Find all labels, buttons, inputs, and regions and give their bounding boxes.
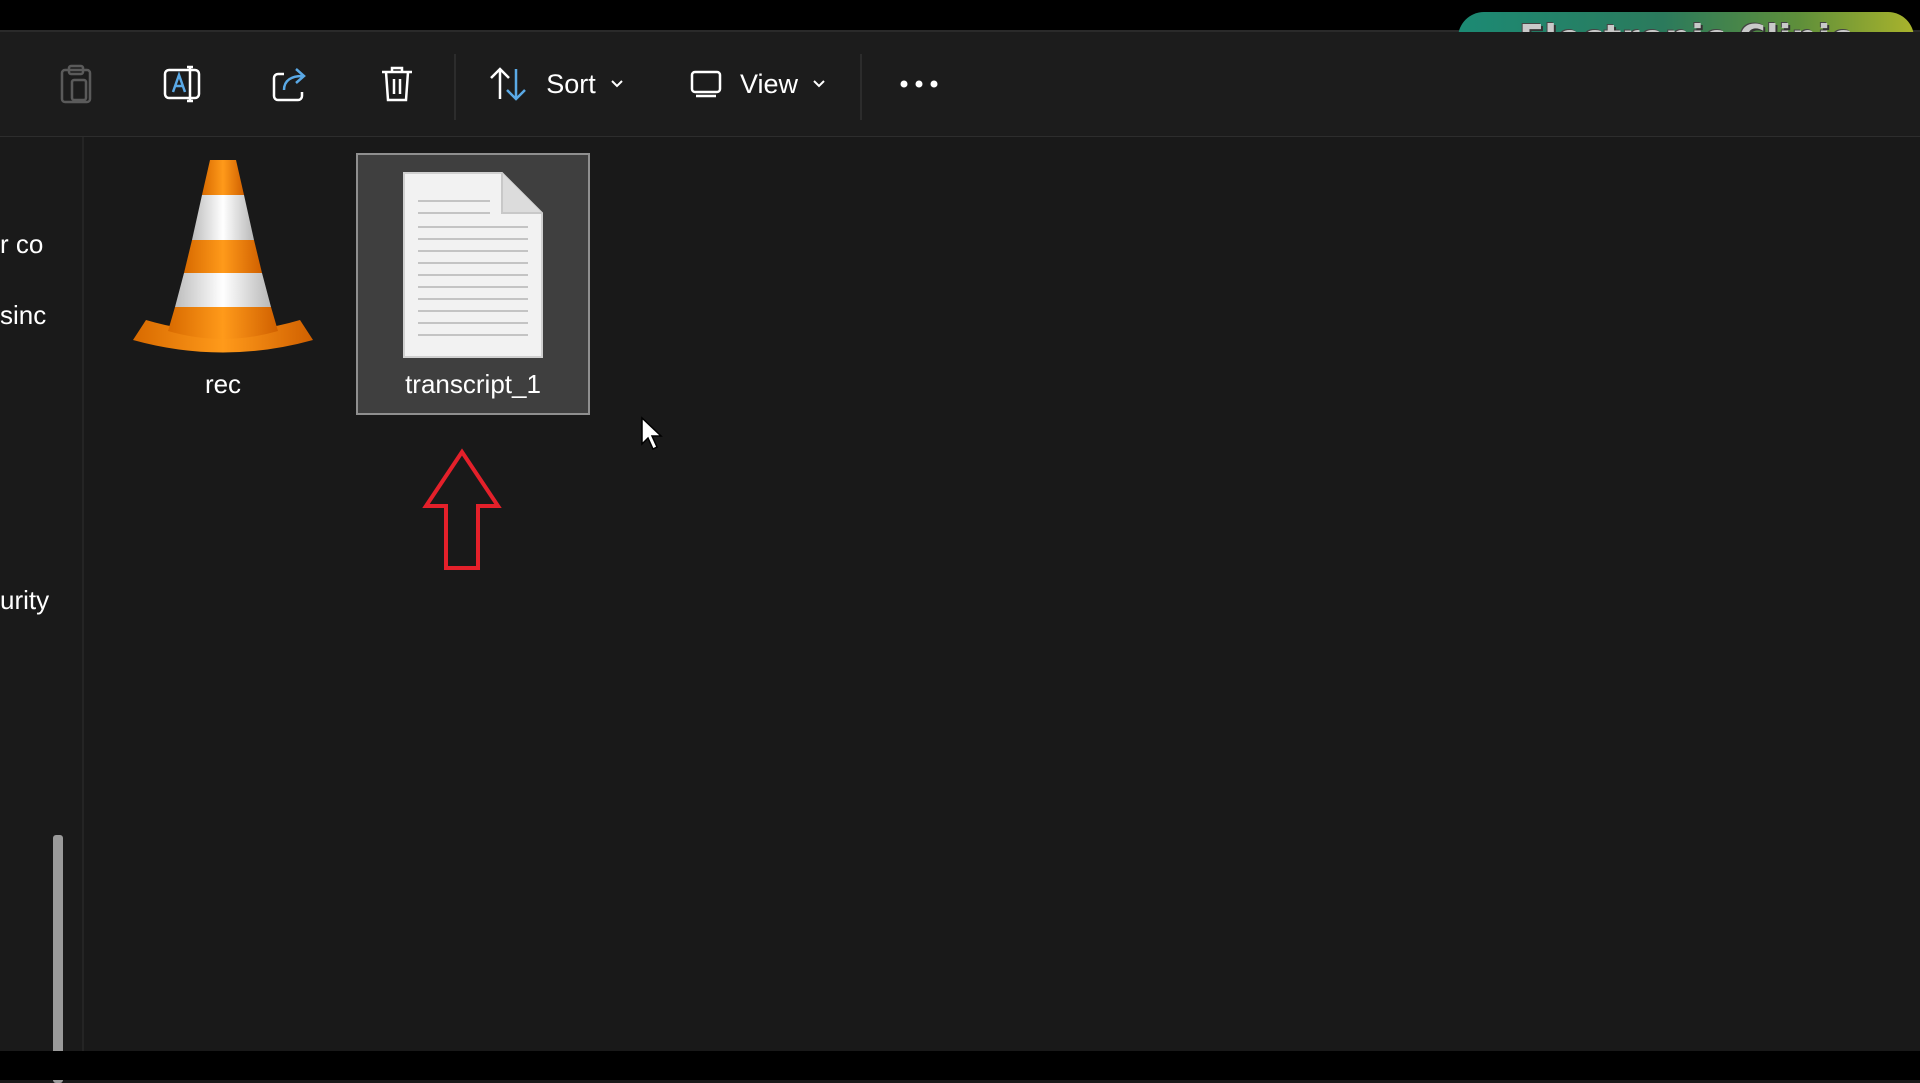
file-item-transcript[interactable]: transcript_1 xyxy=(356,153,590,415)
vlc-cone-icon xyxy=(133,160,313,353)
command-bar: Sort View xyxy=(0,32,1920,137)
share-button[interactable] xyxy=(262,32,318,136)
mouse-cursor-icon xyxy=(641,416,663,451)
delete-icon xyxy=(382,66,412,102)
toolbar-separator xyxy=(860,54,862,120)
nav-scrollbar[interactable] xyxy=(53,835,63,1083)
navigation-pane: r co sinc urity xyxy=(0,137,84,1083)
view-label: View xyxy=(739,68,799,99)
view-button[interactable]: View xyxy=(688,32,828,136)
file-item-rec[interactable]: rec xyxy=(128,155,318,399)
chevron-down-icon xyxy=(610,79,624,89)
file-list-area: rec transcript_1 xyxy=(84,137,1920,1051)
more-icon xyxy=(900,80,938,88)
paste-icon xyxy=(60,64,92,104)
nav-item[interactable]: r co xyxy=(0,229,82,269)
view-icon xyxy=(690,70,722,98)
nav-item-label: urity xyxy=(0,585,50,615)
red-up-arrow-annotation xyxy=(422,448,502,570)
sort-button[interactable]: Sort xyxy=(486,32,626,136)
sort-icon xyxy=(490,67,527,101)
bottom-strip xyxy=(0,1051,1920,1080)
paste-button[interactable] xyxy=(48,32,104,136)
nav-item-label: sinc xyxy=(0,300,47,330)
toolbar-separator xyxy=(454,54,456,120)
nav-item[interactable]: sinc xyxy=(0,300,82,340)
more-options-button[interactable] xyxy=(894,32,944,136)
file-name: rec xyxy=(204,369,242,399)
delete-button[interactable] xyxy=(369,32,425,136)
text-document-icon xyxy=(403,172,543,358)
nav-item-label: r co xyxy=(0,229,44,259)
sort-label: Sort xyxy=(546,68,596,99)
nav-item[interactable]: urity xyxy=(0,585,82,625)
rename-icon xyxy=(163,65,201,103)
chevron-down-icon xyxy=(812,79,826,89)
share-icon xyxy=(272,68,306,102)
rename-button[interactable] xyxy=(154,32,210,136)
file-name: transcript_1 xyxy=(405,369,541,399)
